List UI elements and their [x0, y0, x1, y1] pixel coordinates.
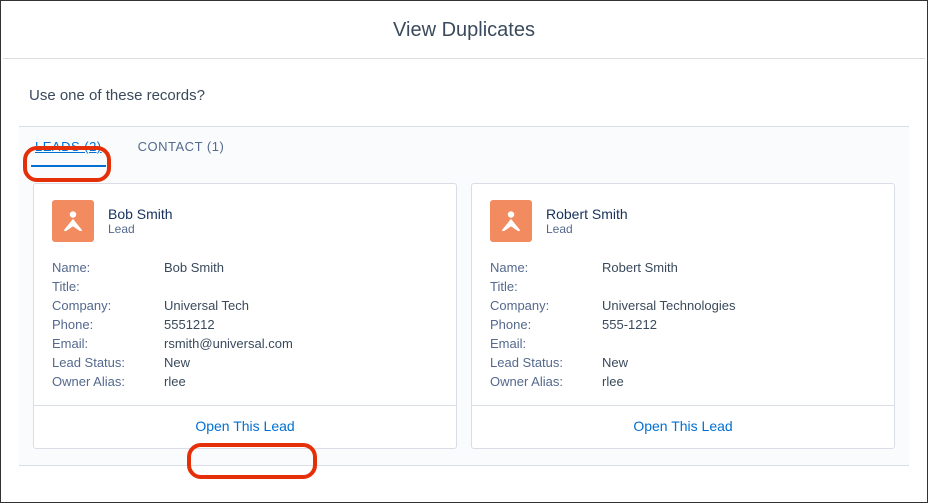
- label-status: Lead Status:: [52, 355, 164, 370]
- label-email: Email:: [490, 336, 602, 351]
- value-name: Bob Smith: [164, 260, 224, 275]
- card-subtype: Lead: [108, 222, 173, 236]
- cards-container: Bob Smith Lead Name:Bob Smith Title: Com…: [19, 167, 909, 465]
- card-fields: Name:Robert Smith Title: Company:Univers…: [472, 254, 894, 405]
- card-header: Robert Smith Lead: [472, 184, 894, 254]
- label-owner: Owner Alias:: [52, 374, 164, 389]
- field-row: Phone:5551212: [52, 315, 438, 334]
- label-email: Email:: [52, 336, 164, 351]
- tab-panel: LEADS (2) CONTACT (1) Bob Smith Lead Nam…: [19, 126, 909, 466]
- value-company: Universal Technologies: [602, 298, 735, 313]
- card-header: Bob Smith Lead: [34, 184, 456, 254]
- label-title: Title:: [490, 279, 602, 294]
- open-lead-button[interactable]: Open This Lead: [633, 418, 732, 434]
- label-owner: Owner Alias:: [490, 374, 602, 389]
- tab-bar: LEADS (2) CONTACT (1): [19, 127, 909, 167]
- field-row: Lead Status:New: [52, 353, 438, 372]
- prompt-text: Use one of these records?: [1, 59, 927, 126]
- field-row: Company:Universal Technologies: [490, 296, 876, 315]
- card-footer: Open This Lead: [472, 405, 894, 448]
- value-owner: rlee: [164, 374, 186, 389]
- tab-contact[interactable]: CONTACT (1): [134, 127, 229, 167]
- field-row: Owner Alias:rlee: [52, 372, 438, 391]
- card-name: Bob Smith: [108, 206, 173, 222]
- page-title: View Duplicates: [1, 1, 927, 58]
- label-phone: Phone:: [52, 317, 164, 332]
- field-row: Email:rsmith@universal.com: [52, 334, 438, 353]
- field-row: Name:Bob Smith: [52, 258, 438, 277]
- open-lead-button[interactable]: Open This Lead: [195, 418, 294, 434]
- card-footer: Open This Lead: [34, 405, 456, 448]
- field-row: Lead Status:New: [490, 353, 876, 372]
- label-name: Name:: [490, 260, 602, 275]
- field-row: Phone:555-1212: [490, 315, 876, 334]
- value-owner: rlee: [602, 374, 624, 389]
- field-row: Title:: [52, 277, 438, 296]
- lead-icon: [490, 200, 532, 242]
- field-row: Owner Alias:rlee: [490, 372, 876, 391]
- field-row: Title:: [490, 277, 876, 296]
- field-row: Company:Universal Tech: [52, 296, 438, 315]
- card-name: Robert Smith: [546, 206, 628, 222]
- field-row: Name:Robert Smith: [490, 258, 876, 277]
- value-status: New: [602, 355, 628, 370]
- label-status: Lead Status:: [490, 355, 602, 370]
- lead-icon: [52, 200, 94, 242]
- card-subtype: Lead: [546, 222, 628, 236]
- value-phone: 5551212: [164, 317, 215, 332]
- view-duplicates-window: View Duplicates Use one of these records…: [0, 0, 928, 503]
- value-status: New: [164, 355, 190, 370]
- label-company: Company:: [52, 298, 164, 313]
- value-name: Robert Smith: [602, 260, 678, 275]
- label-name: Name:: [52, 260, 164, 275]
- lead-card: Robert Smith Lead Name:Robert Smith Titl…: [471, 183, 895, 449]
- tab-leads[interactable]: LEADS (2): [31, 127, 106, 167]
- label-phone: Phone:: [490, 317, 602, 332]
- value-email: rsmith@universal.com: [164, 336, 293, 351]
- lead-card: Bob Smith Lead Name:Bob Smith Title: Com…: [33, 183, 457, 449]
- field-row: Email:: [490, 334, 876, 353]
- label-company: Company:: [490, 298, 602, 313]
- card-fields: Name:Bob Smith Title: Company:Universal …: [34, 254, 456, 405]
- value-phone: 555-1212: [602, 317, 657, 332]
- label-title: Title:: [52, 279, 164, 294]
- value-company: Universal Tech: [164, 298, 249, 313]
